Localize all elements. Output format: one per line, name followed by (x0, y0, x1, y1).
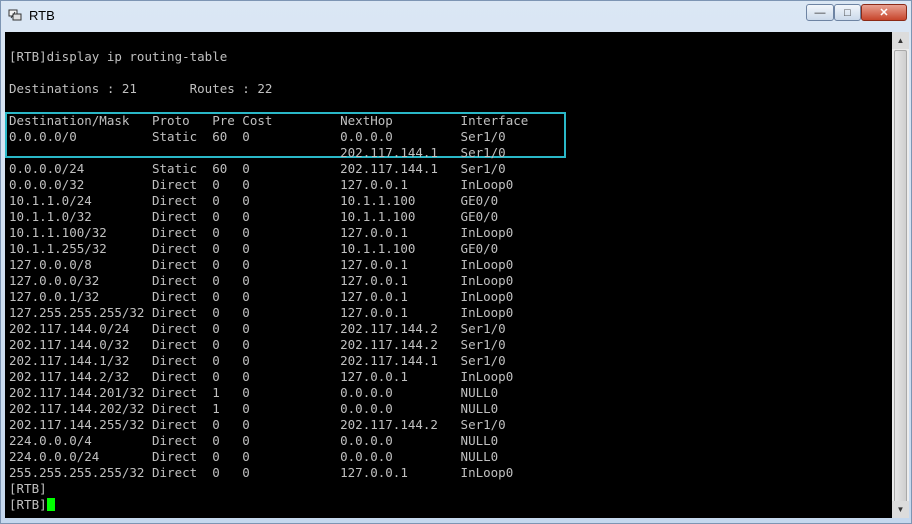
terminal-line: 127.255.255.255/32 Direct 0 0 127.0.0.1 … (9, 305, 514, 320)
terminal-line: 10.1.1.255/32 Direct 0 0 10.1.1.100 GE0/… (9, 241, 499, 256)
terminal-line: 202.117.144.0/32 Direct 0 0 202.117.144.… (9, 337, 506, 352)
maximize-button[interactable]: □ (834, 4, 861, 21)
terminal-line: 202.117.144.0/24 Direct 0 0 202.117.144.… (9, 321, 506, 336)
terminal-line: 127.0.0.0/32 Direct 0 0 127.0.0.1 InLoop… (9, 273, 514, 288)
terminal-line: Destination/Mask Proto Pre Cost NextHop … (9, 113, 529, 128)
title-bar[interactable]: RTB — □ ✕ (1, 1, 911, 31)
arrow-down-icon: ▼ (896, 505, 905, 514)
text-cursor (46, 498, 55, 511)
minimize-icon: — (814, 6, 826, 19)
close-button[interactable]: ✕ (861, 4, 907, 21)
close-icon: ✕ (879, 7, 889, 19)
terminal-line: 224.0.0.0/4 Direct 0 0 0.0.0.0 NULL0 (9, 433, 499, 448)
terminal-line: 127.0.0.1/32 Direct 0 0 127.0.0.1 InLoop… (9, 289, 514, 304)
terminal-line: Destinations : 21 Routes : 22 (9, 81, 273, 96)
terminal-line: 0.0.0.0/32 Direct 0 0 127.0.0.1 InLoop0 (9, 177, 514, 192)
terminal-line: 0.0.0.0/0 Static 60 0 0.0.0.0 Ser1/0 (9, 129, 506, 144)
terminal-line: 202.117.144.1 Ser1/0 (9, 145, 506, 160)
terminal-line: 255.255.255.255/32 Direct 0 0 127.0.0.1 … (9, 465, 514, 480)
terminal-line: 10.1.1.0/24 Direct 0 0 10.1.1.100 GE0/0 (9, 193, 499, 208)
terminal-app-icon (8, 9, 22, 21)
terminal-line: [RTB]display ip routing-table (9, 49, 228, 64)
terminal-window: RTB — □ ✕ [RTB]display ip routing-table D… (0, 0, 912, 524)
maximize-icon: □ (844, 6, 851, 19)
scroll-up-button[interactable]: ▲ (892, 32, 909, 49)
terminal-line: 127.0.0.0/8 Direct 0 0 127.0.0.1 InLoop0 (9, 257, 514, 272)
vertical-scrollbar[interactable]: ▲ ▼ (892, 32, 909, 518)
terminal-line: 202.117.144.1/32 Direct 0 0 202.117.144.… (9, 353, 506, 368)
window-title: RTB (29, 8, 55, 23)
terminal-output[interactable]: [RTB]display ip routing-table Destination… (5, 32, 892, 518)
terminal-line: 10.1.1.100/32 Direct 0 0 127.0.0.1 InLoo… (9, 225, 514, 240)
terminal-line: 0.0.0.0/24 Static 60 0 202.117.144.1 Ser… (9, 161, 506, 176)
terminal-line: 224.0.0.0/24 Direct 0 0 0.0.0.0 NULL0 (9, 449, 499, 464)
terminal-line: 10.1.1.0/32 Direct 0 0 10.1.1.100 GE0/0 (9, 209, 499, 224)
minimize-button[interactable]: — (806, 4, 834, 21)
scroll-down-button[interactable]: ▼ (892, 501, 909, 518)
terminal-lines: [RTB]display ip routing-table Destination… (9, 49, 528, 513)
terminal-line: 202.117.144.202/32 Direct 1 0 0.0.0.0 NU… (9, 401, 499, 416)
arrow-up-icon: ▲ (896, 36, 905, 45)
terminal-line: 202.117.144.201/32 Direct 1 0 0.0.0.0 NU… (9, 385, 499, 400)
scroll-thumb[interactable] (894, 50, 907, 510)
terminal-line: [RTB] (9, 481, 47, 496)
terminal-line: 202.117.144.255/32 Direct 0 0 202.117.14… (9, 417, 506, 432)
terminal-line: 202.117.144.2/32 Direct 0 0 127.0.0.1 In… (9, 369, 514, 384)
command-prompt-line: [RTB] (9, 497, 528, 513)
